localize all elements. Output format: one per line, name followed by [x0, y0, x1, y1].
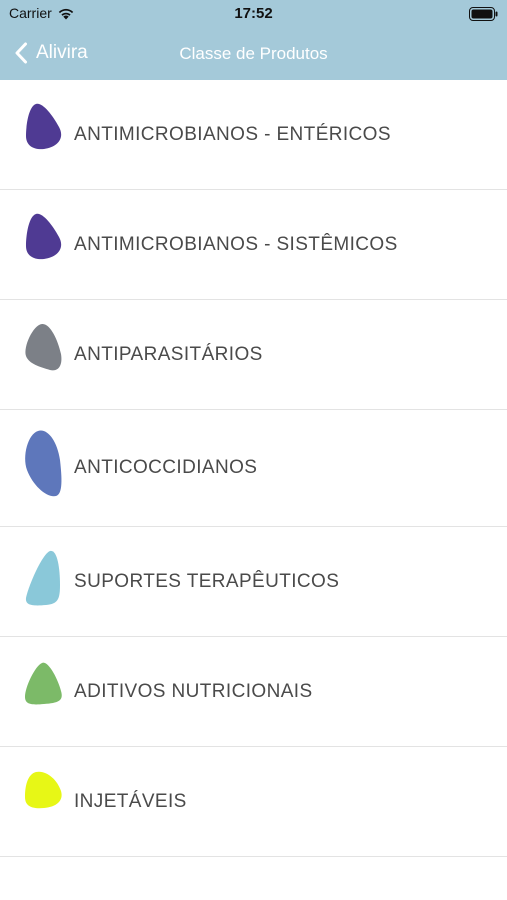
navigation-bar: Alivira Classe de Produtos: [0, 30, 507, 76]
list-item-label: SUPORTES TERAPÊUTICOS: [74, 570, 340, 592]
status-bar: Carrier 17:52: [0, 0, 507, 28]
product-class-list: ANTIMICROBIANOS - ENTÉRICOS ANTIMICROBIA…: [0, 80, 507, 857]
purple-blob-icon: [26, 213, 62, 260]
list-item-aditivos-nutricionais[interactable]: ADITIVOS NUTRICIONAIS: [0, 637, 507, 747]
list-item-antimicrobianos-entericos[interactable]: ANTIMICROBIANOS - ENTÉRICOS: [0, 80, 507, 190]
light-blue-blob-icon: [25, 550, 60, 606]
list-item-label: ADITIVOS NUTRICIONAIS: [74, 680, 313, 702]
gray-blob-icon: [25, 323, 62, 371]
list-item-label: ANTIMICROBIANOS - SISTÊMICOS: [74, 233, 398, 255]
list-item-label: ANTIPARASITÁRIOS: [74, 343, 263, 365]
page-title: Classe de Produtos: [179, 44, 328, 63]
list-item-antiparasitarios[interactable]: ANTIPARASITÁRIOS: [0, 300, 507, 410]
yellow-blob-icon: [25, 771, 62, 809]
list-item-anticoccidianos[interactable]: ANTICOCCIDIANOS: [0, 410, 507, 527]
blue-blob-icon: [25, 430, 62, 497]
status-time: 17:52: [234, 5, 273, 22]
list-item-antimicrobianos-sistemicos[interactable]: ANTIMICROBIANOS - SISTÊMICOS: [0, 190, 507, 300]
battery-icon: [469, 7, 498, 21]
list-item-label: INJETÁVEIS: [74, 790, 187, 812]
list-item-injetaveis[interactable]: INJETÁVEIS: [0, 747, 507, 857]
green-blob-icon: [25, 662, 62, 705]
list-item-suportes-terapeuticos[interactable]: SUPORTES TERAPÊUTICOS: [0, 527, 507, 637]
purple-blob-icon: [26, 103, 62, 150]
list-item-label: ANTIMICROBIANOS - ENTÉRICOS: [74, 123, 391, 145]
list-item-label: ANTICOCCIDIANOS: [74, 457, 258, 478]
header: Carrier 17:52 Alivira Classe de Produtos: [0, 0, 507, 80]
